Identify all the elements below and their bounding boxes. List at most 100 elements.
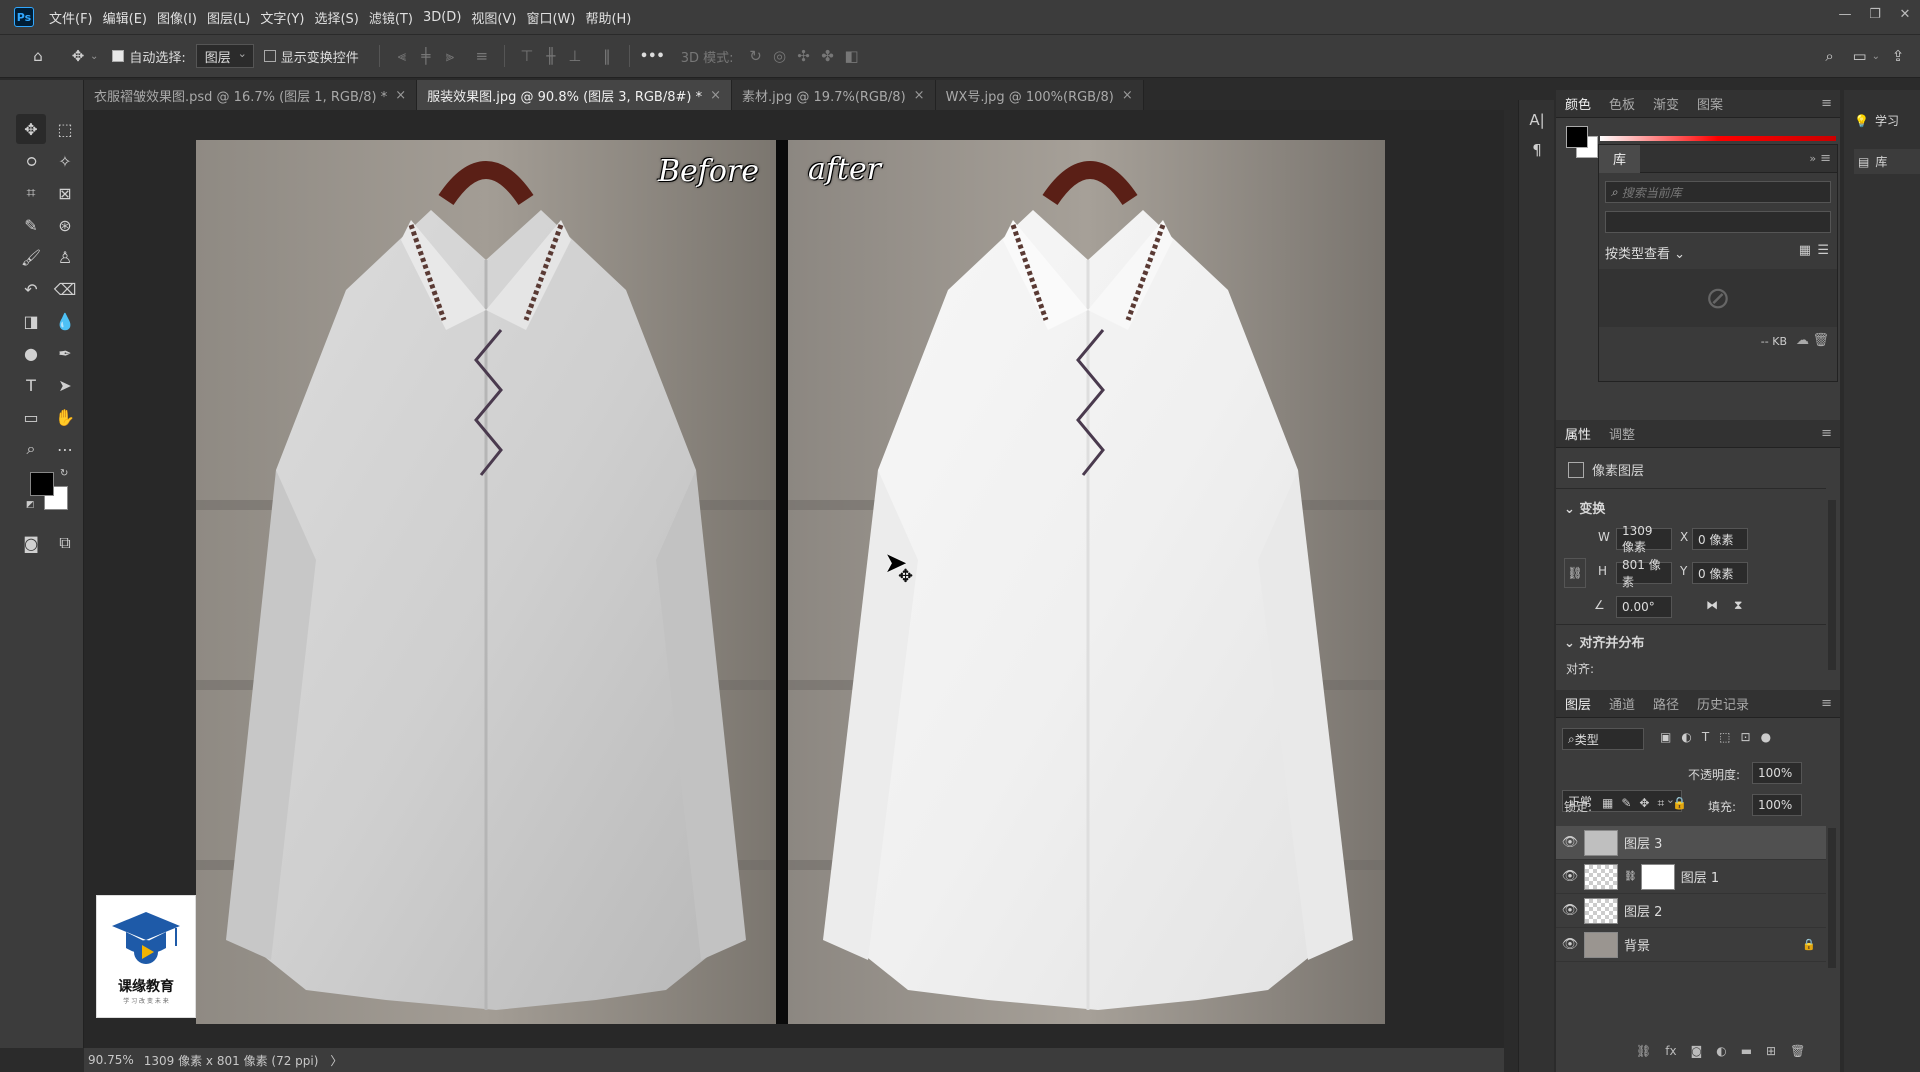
move-tool-icon[interactable]: ✥ <box>66 44 90 68</box>
add-mask-icon[interactable]: ◙ <box>1691 1044 1703 1058</box>
x-input[interactable]: 0 像素 <box>1692 528 1748 550</box>
visibility-eye-icon[interactable]: 👁 <box>1556 903 1584 918</box>
menu-help[interactable]: 帮助(H) <box>580 8 636 27</box>
menu-window[interactable]: 窗口(W) <box>521 8 580 27</box>
default-colors-icon[interactable]: ◩ <box>26 500 35 510</box>
move-tool-icon[interactable]: ✥ <box>16 114 46 144</box>
close-icon[interactable]: × <box>1122 88 1133 103</box>
lock-position-icon[interactable]: ✥ <box>1639 796 1649 811</box>
3d-slide-icon[interactable]: ✤ <box>816 44 840 68</box>
character-panel-icon[interactable]: A| <box>1525 108 1549 132</box>
3d-roll-icon[interactable]: ◎ <box>768 44 792 68</box>
spot-healing-icon[interactable]: ⊛ <box>50 210 80 240</box>
new-group-icon[interactable]: ▬ <box>1741 1044 1752 1058</box>
3d-pan-icon[interactable]: ✣ <box>792 44 816 68</box>
library-search-input[interactable]: ⌕ 搜索当前库 <box>1605 181 1831 203</box>
visibility-eye-icon[interactable]: 👁 <box>1556 869 1584 884</box>
layer-mask-thumbnail[interactable] <box>1640 863 1675 890</box>
menu-type[interactable]: 文字(Y) <box>255 8 309 27</box>
brush-tool-icon[interactable]: 🖌 <box>16 242 46 272</box>
foreground-color-swatch[interactable] <box>1566 126 1588 148</box>
panel-menu-icon[interactable]: ≡ <box>1820 151 1831 166</box>
trash-icon[interactable]: 🗑 <box>1790 1044 1805 1058</box>
learn-panel-button[interactable]: 💡 学习 <box>1854 112 1920 129</box>
tab-gradients[interactable]: 渐变 <box>1644 94 1688 113</box>
link-icon[interactable]: ⛓ <box>1564 558 1586 588</box>
tab-layers[interactable]: 图层 <box>1556 694 1600 713</box>
menu-image[interactable]: 图像(I) <box>152 8 202 27</box>
expand-icon[interactable]: » <box>1809 152 1816 165</box>
tab-adjustments[interactable]: 调整 <box>1600 424 1644 443</box>
tab-properties[interactable]: 属性 <box>1556 424 1600 443</box>
swap-colors-icon[interactable]: ↻ <box>60 468 68 479</box>
document-canvas[interactable]: Before after ➤ ✥ <box>196 140 1385 1024</box>
y-input[interactable]: 0 像素 <box>1692 562 1748 584</box>
show-transform-checkbox[interactable]: 显示变换控件 <box>263 47 359 66</box>
tab-library[interactable]: 库 <box>1599 144 1641 173</box>
menu-3d[interactable]: 3D(D) <box>418 10 466 25</box>
panel-menu-icon[interactable]: ≡ <box>1821 696 1832 711</box>
crop-tool-icon[interactable]: ⌗ <box>16 178 46 208</box>
frame-tool-icon[interactable]: ⊠ <box>50 178 80 208</box>
3d-orbit-icon[interactable]: ↻ <box>744 44 768 68</box>
history-brush-icon[interactable]: ↶ <box>16 274 46 304</box>
close-icon[interactable]: × <box>914 88 925 103</box>
3d-scale-icon[interactable]: ◧ <box>840 44 864 68</box>
lasso-tool-icon[interactable]: ഠ <box>16 146 46 176</box>
distribute-h-icon[interactable]: ≡ <box>470 44 494 68</box>
layer-filter-dropdown[interactable]: ⌕ 类型 <box>1562 728 1644 750</box>
tab-history[interactable]: 历史记录 <box>1688 694 1758 713</box>
panel-menu-icon[interactable]: ≡ <box>1821 426 1832 441</box>
blur-tool-icon[interactable]: 💧 <box>50 306 80 336</box>
menu-edit[interactable]: 编辑(E) <box>98 8 152 27</box>
align-section-header[interactable]: ⌄ 对齐并分布 <box>1564 632 1644 651</box>
more-options-button[interactable]: ••• <box>640 49 665 64</box>
tab-document-1[interactable]: 衣服褶皱效果图.psd @ 16.7% (图层 1, RGB/8) * × <box>84 80 418 110</box>
tab-color[interactable]: 颜色 <box>1556 94 1600 113</box>
pen-tool-icon[interactable]: ✒ <box>50 338 80 368</box>
mask-link-icon[interactable]: ⛓ <box>1624 871 1637 882</box>
lock-all-icon[interactable]: 🔒 <box>1672 796 1687 811</box>
search-icon[interactable]: ⌕ <box>1818 44 1842 68</box>
menu-view[interactable]: 视图(V) <box>466 8 521 27</box>
more-tools-icon[interactable]: ⋯ <box>50 434 80 464</box>
grid-view-icon[interactable]: ▦ <box>1799 243 1811 258</box>
link-layers-icon[interactable]: ⛓ <box>1636 1044 1651 1058</box>
filter-shape-icon[interactable]: ⬚ <box>1719 730 1730 744</box>
filter-smart-object-icon[interactable]: ⊡ <box>1741 730 1751 744</box>
gradient-tool-icon[interactable]: ◨ <box>16 306 46 336</box>
menu-filter[interactable]: 滤镜(T) <box>364 8 418 27</box>
minimize-button[interactable]: — <box>1830 0 1860 28</box>
panel-menu-icon[interactable]: ≡ <box>1821 96 1832 111</box>
library-select-dropdown[interactable] <box>1605 211 1831 233</box>
paragraph-panel-icon[interactable]: ¶ <box>1525 138 1549 162</box>
restore-button[interactable]: ❐ <box>1860 0 1890 28</box>
visibility-eye-icon[interactable]: 👁 <box>1556 937 1584 952</box>
auto-select-target-dropdown[interactable]: 图层 <box>195 44 254 68</box>
filter-adjustment-icon[interactable]: ◐ <box>1681 730 1691 744</box>
width-input[interactable]: 1309 像素 <box>1616 524 1672 554</box>
lock-artboard-icon[interactable]: ⌗ <box>1657 796 1664 811</box>
menu-layer[interactable]: 图层(L) <box>202 8 255 27</box>
eraser-tool-icon[interactable]: ⌫ <box>50 274 80 304</box>
fx-icon[interactable]: fx <box>1665 1044 1676 1058</box>
cloud-icon[interactable]: ☁ <box>1796 333 1809 348</box>
close-icon[interactable]: × <box>395 88 406 103</box>
tab-document-2[interactable]: 服装效果图.jpg @ 90.8% (图层 3, RGB/8#) * × <box>417 80 733 110</box>
tab-paths[interactable]: 路径 <box>1644 694 1688 713</box>
layer-row[interactable]: 👁 图层 3 <box>1556 826 1826 860</box>
close-button[interactable]: ✕ <box>1890 0 1920 28</box>
zoom-tool-icon[interactable]: ⌕ <box>16 434 46 464</box>
layers-scrollbar[interactable] <box>1828 828 1836 968</box>
adjustment-layer-icon[interactable]: ◐ <box>1716 1044 1726 1058</box>
zoom-level[interactable]: 90.75% <box>84 1053 144 1067</box>
workspace-icon[interactable]: ▭ <box>1848 44 1872 68</box>
align-center-h-icon[interactable]: ╪ <box>414 44 438 68</box>
view-by-type-dropdown[interactable]: 按类型查看 ⌄ <box>1605 243 1685 262</box>
menu-file[interactable]: 文件(F) <box>44 8 98 27</box>
filter-toggle-icon[interactable]: ● <box>1761 730 1771 744</box>
align-right-icon[interactable]: ⫸ <box>438 44 462 68</box>
menu-select[interactable]: 选择(S) <box>309 8 363 27</box>
layer-row[interactable]: 👁 背景 🔒 <box>1556 928 1826 962</box>
path-selection-icon[interactable]: ➤ <box>50 370 80 400</box>
